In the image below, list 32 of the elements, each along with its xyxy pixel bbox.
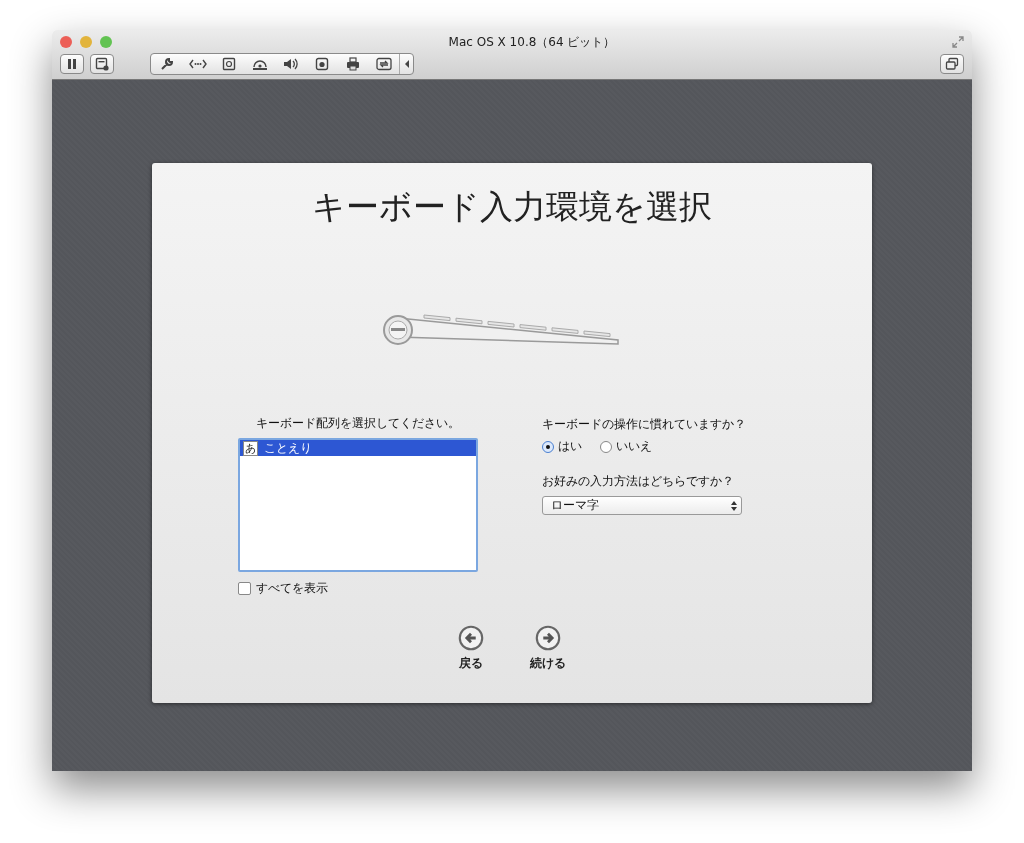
radio-button[interactable] xyxy=(542,440,554,453)
checkbox[interactable] xyxy=(238,582,251,595)
snapshot-button[interactable] xyxy=(90,54,114,74)
question-label: お好みの入力方法はどちらですか？ xyxy=(542,473,734,490)
pause-icon xyxy=(66,58,78,70)
radio-label: いいえ xyxy=(616,438,652,455)
up-down-arrows-icon xyxy=(731,500,737,511)
input-source-icon: あ xyxy=(243,440,258,456)
triangle-icon xyxy=(403,59,410,69)
pause-button[interactable] xyxy=(60,54,84,74)
list-item[interactable]: あ ことえり xyxy=(240,440,476,456)
window-title: Mac OS X 10.8（64 ビット） xyxy=(448,34,616,49)
fullscreen-arrows-icon xyxy=(952,36,964,48)
window-mode-button[interactable] xyxy=(940,54,964,74)
sync-icon xyxy=(375,57,392,71)
question-label: キーボードの操作に慣れていますか？ xyxy=(542,416,746,433)
fullscreen-button[interactable] xyxy=(952,36,964,48)
back-button[interactable]: 戻る xyxy=(458,625,484,672)
layout-list-label: キーボード配列を選択してください。 xyxy=(255,415,461,432)
keyboard-layout-list[interactable]: あ ことえり xyxy=(238,438,478,572)
close-button[interactable] xyxy=(60,36,72,48)
page-title: キーボード入力環境を選択 xyxy=(312,186,712,228)
radio-button[interactable] xyxy=(600,440,612,453)
printer-icon xyxy=(345,57,360,71)
checkbox-label: すべてを表示 xyxy=(256,580,328,597)
network-icon xyxy=(188,58,207,70)
radio-label: はい xyxy=(558,438,582,455)
windows-icon xyxy=(945,57,959,71)
forward-button[interactable]: 続ける xyxy=(530,625,566,672)
speaker-icon xyxy=(282,57,299,71)
wrench-icon xyxy=(159,57,174,71)
input-method-dropdown[interactable]: ローマ字 xyxy=(542,496,742,515)
